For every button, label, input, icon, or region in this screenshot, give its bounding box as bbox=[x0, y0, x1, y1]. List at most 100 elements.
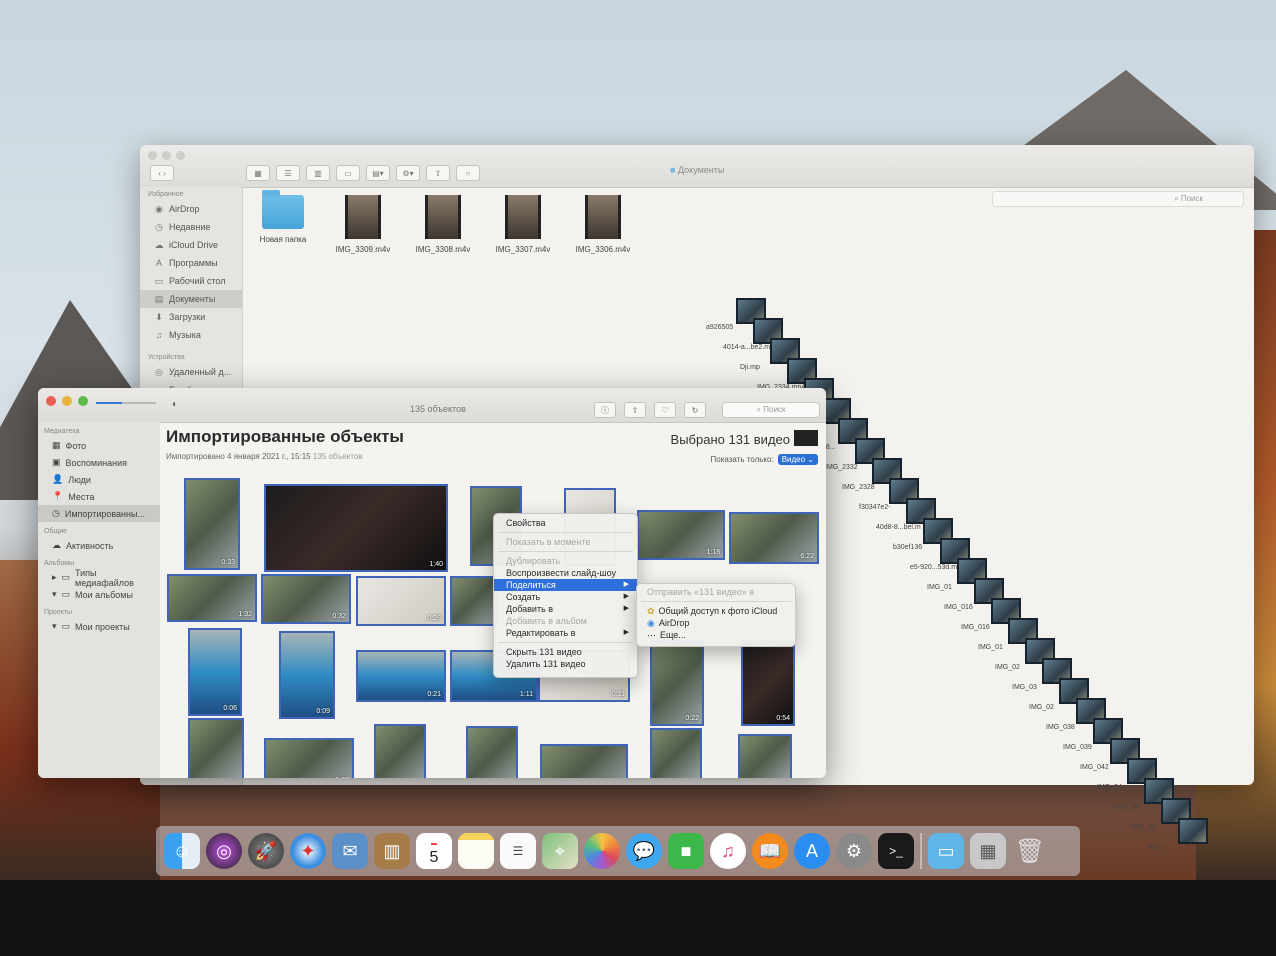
preferences-icon[interactable]: ⚙ bbox=[836, 833, 872, 869]
sidebar-item-people[interactable]: 👤 Люди bbox=[38, 471, 160, 488]
close-button[interactable] bbox=[148, 151, 157, 160]
video-thumbnail[interactable]: 1:18 bbox=[637, 510, 725, 560]
sidebar-item-activity[interactable]: ☁ Активность bbox=[38, 537, 160, 554]
submenu-item-more[interactable]: ⋯ Еще... bbox=[637, 629, 795, 641]
video-thumbnail[interactable]: 0:28 bbox=[356, 576, 446, 626]
sidebar-item-media-types[interactable]: ▸ ▭ Типы медиафайлов bbox=[38, 568, 160, 588]
menu-item-delete[interactable]: Удалить 131 видео bbox=[494, 658, 637, 670]
file-item-img-3306[interactable]: IMG_3306.m4v bbox=[570, 195, 636, 254]
trash-icon[interactable]: 🗑 bbox=[1012, 833, 1048, 869]
sidebar-item-icloud-drive[interactable]: ☁ iCloud Drive bbox=[140, 236, 242, 254]
sidebar-item-downloads[interactable]: ⬇ Загрузки bbox=[140, 308, 242, 326]
finder-search-input[interactable]: ⌕ Поиск bbox=[992, 191, 1244, 207]
share-button[interactable]: ⇧ bbox=[426, 165, 450, 181]
share-button[interactable]: ⇧ bbox=[624, 402, 646, 418]
photos-icon[interactable] bbox=[584, 833, 620, 869]
video-thumbnail[interactable]: 0:21 bbox=[356, 650, 446, 702]
mail-icon[interactable]: ✉ bbox=[332, 833, 368, 869]
video-thumbnail[interactable] bbox=[450, 576, 498, 626]
video-thumbnail[interactable]: 0:06 bbox=[188, 628, 242, 716]
zoom-button[interactable] bbox=[176, 151, 185, 160]
appstore-icon[interactable]: A bbox=[794, 833, 830, 869]
books-icon[interactable]: 📖 bbox=[752, 833, 788, 869]
zoom-slider[interactable] bbox=[96, 400, 156, 406]
sidebar-item-music[interactable]: ♫ Музыка bbox=[140, 326, 242, 344]
minimize-button[interactable] bbox=[162, 151, 171, 160]
folder-icon[interactable]: ▭ bbox=[928, 833, 964, 869]
finder-icon[interactable]: ☺ bbox=[164, 833, 200, 869]
video-thumbnail[interactable] bbox=[738, 734, 792, 778]
notes-book-icon[interactable]: ▥ bbox=[374, 833, 410, 869]
back-forward-button[interactable]: ‹ › bbox=[150, 165, 174, 181]
reminders-icon[interactable]: ☰ bbox=[500, 833, 536, 869]
view-list-button[interactable]: ☰ bbox=[276, 165, 300, 181]
sidebar-item-applications[interactable]: A Программы bbox=[140, 254, 242, 272]
video-thumbnail[interactable]: 1:32 bbox=[167, 574, 257, 622]
menu-item-share[interactable]: Поделиться ▶ bbox=[494, 579, 637, 591]
video-thumbnail[interactable]: 0:22 bbox=[650, 640, 704, 726]
minimize-button[interactable] bbox=[62, 396, 72, 406]
photos-search-input[interactable]: ⌕ Поиск bbox=[722, 402, 820, 418]
facetime-icon[interactable]: ■ bbox=[668, 833, 704, 869]
video-thumbnail[interactable]: 0:54 bbox=[741, 640, 795, 726]
filter-dropdown[interactable]: Видео ⌄ bbox=[777, 454, 818, 465]
sidebar-item-photos[interactable]: ▦ Фото bbox=[38, 437, 160, 454]
sidebar-item-recents[interactable]: ◷ Недавние bbox=[140, 218, 242, 236]
video-thumbnail[interactable] bbox=[374, 724, 426, 778]
file-item-img-3307[interactable]: IMG_3307.m4v bbox=[490, 195, 556, 254]
menu-item-slideshow[interactable]: Воспроизвести слайд-шоу bbox=[494, 567, 637, 579]
sidebar-item-desktop[interactable]: ▭ Рабочий стол bbox=[140, 272, 242, 290]
file-item-new-folder[interactable]: Новая папка bbox=[250, 190, 316, 254]
zoom-button[interactable] bbox=[78, 396, 88, 406]
action-button[interactable]: ⚙▾ bbox=[396, 165, 420, 181]
view-icons-button[interactable]: ▦ bbox=[246, 165, 270, 181]
submenu-item-airdrop[interactable]: ◉ AirDrop bbox=[637, 617, 795, 629]
video-thumbnail[interactable]: 0:09 bbox=[540, 744, 628, 778]
sidebar-item-places[interactable]: 📍 Места bbox=[38, 488, 160, 505]
favorite-button[interactable]: ♡ bbox=[654, 402, 676, 418]
video-thumbnail[interactable]: 1:40 bbox=[264, 484, 448, 572]
video-thumbnail[interactable]: 6:22 bbox=[729, 512, 819, 564]
itunes-icon[interactable]: ♫ bbox=[710, 833, 746, 869]
messages-icon[interactable]: 💬 bbox=[626, 833, 662, 869]
menu-item-hide[interactable]: Скрыть 131 видео bbox=[494, 646, 637, 658]
close-button[interactable] bbox=[46, 396, 56, 406]
halfmoon-icon[interactable]: ◐ bbox=[172, 399, 178, 410]
sidebar-item-my-projects[interactable]: ▾ ▭ Мои проекты bbox=[38, 618, 160, 635]
tags-button[interactable]: ○ bbox=[456, 165, 480, 181]
video-thumbnail[interactable]: 1:27 bbox=[264, 738, 354, 778]
info-button[interactable]: ⓘ bbox=[594, 402, 616, 418]
siri-icon[interactable]: ◎ bbox=[206, 833, 242, 869]
downloads-icon[interactable]: ▦ bbox=[970, 833, 1006, 869]
view-columns-button[interactable]: ▥ bbox=[306, 165, 330, 181]
menu-item-add-to[interactable]: Добавить в ▶ bbox=[494, 603, 637, 615]
sidebar-item-my-albums[interactable]: ▾ ▭ Мои альбомы bbox=[38, 586, 160, 603]
terminal-icon[interactable]: >_ bbox=[878, 833, 914, 869]
view-gallery-button[interactable]: ▭ bbox=[336, 165, 360, 181]
notes-icon[interactable] bbox=[458, 833, 494, 869]
submenu-item-icloud-sharing[interactable]: ✿ Общий доступ к фото iCloud bbox=[637, 605, 795, 617]
sidebar-item-remote-disc[interactable]: ◎ Удаленный д... bbox=[140, 363, 242, 381]
sidebar-item-documents[interactable]: ▤ Документы bbox=[140, 290, 242, 308]
video-thumbnail[interactable] bbox=[650, 728, 702, 778]
file-item-img-3308[interactable]: IMG_3308.m4v bbox=[410, 195, 476, 254]
video-thumbnail[interactable] bbox=[466, 726, 518, 778]
sidebar-item-memories[interactable]: ▣ Воспоминания bbox=[38, 454, 160, 471]
file-item-img-3309[interactable]: IMG_3309.m4v bbox=[330, 195, 396, 254]
menu-item-create[interactable]: Создать ▶ bbox=[494, 591, 637, 603]
sidebar-item-imports[interactable]: ◷ Импортированны... bbox=[38, 505, 160, 522]
video-thumbnail[interactable]: 0:33 bbox=[184, 478, 240, 570]
rotate-button[interactable]: ↻ bbox=[684, 402, 706, 418]
menu-separator bbox=[498, 642, 633, 643]
calendar-icon[interactable]: ▬ 5 bbox=[416, 833, 452, 869]
maps-icon[interactable]: ⌖ bbox=[542, 833, 578, 869]
launchpad-icon[interactable]: 🚀 bbox=[248, 833, 284, 869]
sidebar-item-airdrop[interactable]: ◉ AirDrop bbox=[140, 200, 242, 218]
menu-item-properties[interactable]: Свойства bbox=[494, 517, 637, 529]
video-thumbnail[interactable]: 0:32 bbox=[261, 574, 351, 624]
menu-item-edit-in[interactable]: Редактировать в ▶ bbox=[494, 627, 637, 639]
video-thumbnail[interactable]: 0:09 bbox=[279, 631, 335, 719]
video-thumbnail[interactable] bbox=[188, 718, 244, 778]
safari-icon[interactable]: ✦ bbox=[290, 833, 326, 869]
group-button[interactable]: ▤▾ bbox=[366, 165, 390, 181]
